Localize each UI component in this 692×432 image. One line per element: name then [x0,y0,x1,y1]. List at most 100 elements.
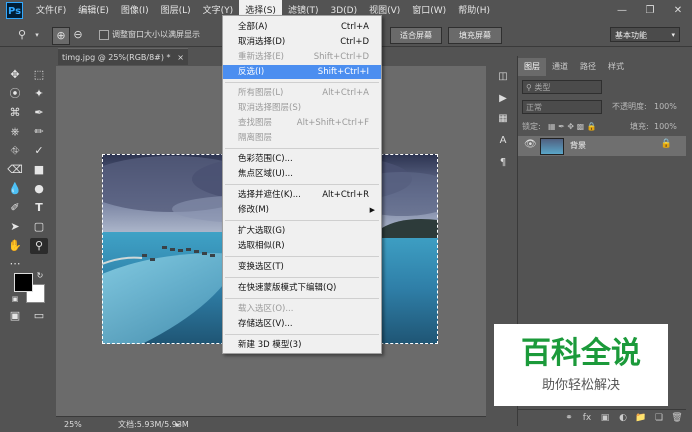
pen-tool-icon[interactable]: ✐ [6,200,24,216]
opacity-value[interactable]: 100% [654,100,677,114]
select-menu-item[interactable]: 存储选区(V)... [223,317,381,331]
close-icon[interactable]: ✕ [664,0,692,22]
path-selection-tool-icon[interactable]: ➤ [6,219,24,235]
actions-icon[interactable]: ▶ [495,91,511,107]
folder-icon[interactable]: 📁 [632,410,650,426]
more-tools-icon[interactable]: ⋯ [6,256,24,272]
menu-1[interactable]: 编辑(E) [72,0,115,22]
clone-stamp-tool-icon[interactable]: ⛗ [6,143,24,159]
fx-icon[interactable]: fx [578,410,596,426]
layers-panel-footer: ⚭ fx ▣ ◐ 📁 ❏ 🗑 [518,409,686,426]
lasso-tool-icon[interactable]: ⦿ [6,86,24,102]
panel-tab-0[interactable]: 图层 [518,58,546,76]
zoom-in-icon[interactable]: ⊕ [52,27,70,45]
minimize-icon[interactable]: — [608,0,636,22]
photoshop-window: Ps 文件(F) 编辑(E) 图像(I) 图层(L) 文字(Y) 选择(S) 滤镜(T) 3D… [0,0,692,432]
menu-item-label: 取消选择(D) [238,37,286,47]
menu-item-label: 全部(A) [238,22,268,32]
hand-tool-icon[interactable]: ✋ [6,238,24,254]
eraser-tool-icon[interactable]: ⌫ [6,162,24,178]
chevron-down-icon[interactable]: ▾ [29,27,45,43]
select-menu-item[interactable]: 色彩范围(C)... [223,152,381,166]
foreground-color-swatch[interactable] [14,273,33,292]
select-menu-item[interactable]: 查找图层 Alt+Shift+Ctrl+F [223,116,381,130]
menu-0[interactable]: 文件(F) [30,0,72,22]
shape-tool-icon[interactable]: ▢ [30,219,48,235]
healing-brush-tool-icon[interactable]: ⎈ [6,124,24,140]
screen-mode-icon[interactable]: ▭ [30,308,48,324]
select-menu-item[interactable]: 反选(I) Shift+Ctrl+I [223,65,381,79]
document-tab[interactable]: timg.jpg @ 25%(RGB/8#) * × [58,48,188,65]
select-menu-item[interactable]: 载入选区(O)... [223,302,381,316]
blur-tool-icon[interactable]: 💧 [6,181,24,197]
menu-item-shortcut: Alt+Ctrl+R [322,190,369,200]
swap-colors-icon[interactable]: ↻ [34,268,46,284]
zoom-level[interactable]: 25% [64,418,82,432]
layer-filter-kind: 类型 [534,83,551,92]
move-tool-icon[interactable]: ✥ [6,67,24,83]
panel-tab-1[interactable]: 通道 [546,58,574,76]
app-logo: Ps [6,2,23,19]
fill-value[interactable]: 100% [654,120,677,134]
workspace-select[interactable]: 基本功能 ▾ [610,27,680,42]
menu-2[interactable]: 图像(I) [115,0,155,22]
select-menu-item[interactable]: 变换选区(T) [223,260,381,274]
layer-row[interactable]: 👁 背景 🔒 [518,136,686,156]
opacity-label: 不透明度: [612,102,647,111]
fill-screen-button[interactable]: 填充屏幕 [448,27,502,44]
panel-tab-3[interactable]: 样式 [602,58,630,76]
chevron-down-icon: ▾ [671,31,675,39]
paragraph-icon[interactable]: ¶ [495,155,511,171]
select-menu-item[interactable]: 焦点区域(U)... [223,167,381,181]
menu-10[interactable]: 帮助(H) [452,0,496,22]
character-icon[interactable]: A [495,133,511,149]
link-icon[interactable]: ⚭ [560,410,578,426]
history-icon[interactable]: ◫ [495,69,511,85]
select-menu-item[interactable]: 扩大选取(G) [223,224,381,238]
quick-mask-icon[interactable]: ▣ [6,308,24,324]
mask-icon[interactable]: ▣ [596,410,614,426]
fit-screen-button[interactable]: 适合屏幕 [390,27,442,44]
properties-icon[interactable]: ▦ [495,111,511,127]
select-menu-item[interactable]: 选择并遮住(K)... Alt+Ctrl+R [223,188,381,202]
menu-3[interactable]: 图层(L) [155,0,197,22]
trash-icon[interactable]: 🗑 [668,410,686,426]
select-menu-item[interactable]: 重新选择(E) Shift+Ctrl+D [223,50,381,64]
panel-tab-2[interactable]: 路径 [574,58,602,76]
new-layer-icon[interactable]: ❏ [650,410,668,426]
menu-9[interactable]: 窗口(W) [406,0,452,22]
gradient-tool-icon[interactable]: ■ [30,162,48,178]
select-menu-item[interactable]: 选取相似(R) [223,239,381,253]
resize-window-label: 调整窗口大小以满屏显示 [112,30,200,39]
zoom-out-icon[interactable]: ⊖ [70,27,86,43]
close-icon[interactable]: × [177,49,184,66]
select-menu-item[interactable]: 隔离图层 [223,131,381,145]
restore-icon[interactable]: ❐ [636,0,664,22]
dodge-tool-icon[interactable]: ● [30,181,48,197]
adjustment-icon[interactable]: ◐ [614,410,632,426]
select-menu-item[interactable]: 取消选择(D) Ctrl+D [223,35,381,49]
type-tool-icon[interactable]: T [30,200,48,216]
zoom-tool-icon[interactable]: ⚲ [30,238,48,254]
select-menu-item[interactable]: 新建 3D 模型(3) [223,338,381,352]
select-menu-item[interactable]: 全部(A) Ctrl+A [223,20,381,34]
crop-tool-icon[interactable]: ⌘ [6,105,24,121]
marquee-tool-icon[interactable]: ⬚ [30,67,48,83]
layer-filter-select[interactable]: ⚲ 类型 [522,80,602,94]
history-brush-tool-icon[interactable]: ✓ [30,143,48,159]
resize-window-checkbox[interactable] [99,30,109,40]
menu-item-label: 扩大选取(G) [238,226,286,236]
select-menu-item[interactable]: 修改(M) ▶ [223,203,381,217]
lock-icons[interactable]: ▦ ✒ ✥ ▩ 🔒 [548,120,597,134]
magic-wand-tool-icon[interactable]: ✦ [30,86,48,102]
select-menu-item[interactable]: 在快速蒙版模式下编辑(Q) [223,281,381,295]
eyedropper-tool-icon[interactable]: ✒ [30,105,48,121]
chevron-right-icon[interactable]: ▸ [176,418,180,432]
default-colors-icon[interactable]: ▣ [10,291,20,307]
brush-tool-icon[interactable]: ✏ [30,124,48,140]
select-menu-item[interactable]: 所有图层(L) Alt+Ctrl+A [223,86,381,100]
blend-mode-select[interactable]: 正常 [522,100,602,114]
eye-icon[interactable]: 👁 [524,139,537,150]
select-menu-item[interactable]: 取消选择图层(S) [223,101,381,115]
zoom-tool-icon[interactable]: ⚲ [14,27,30,43]
